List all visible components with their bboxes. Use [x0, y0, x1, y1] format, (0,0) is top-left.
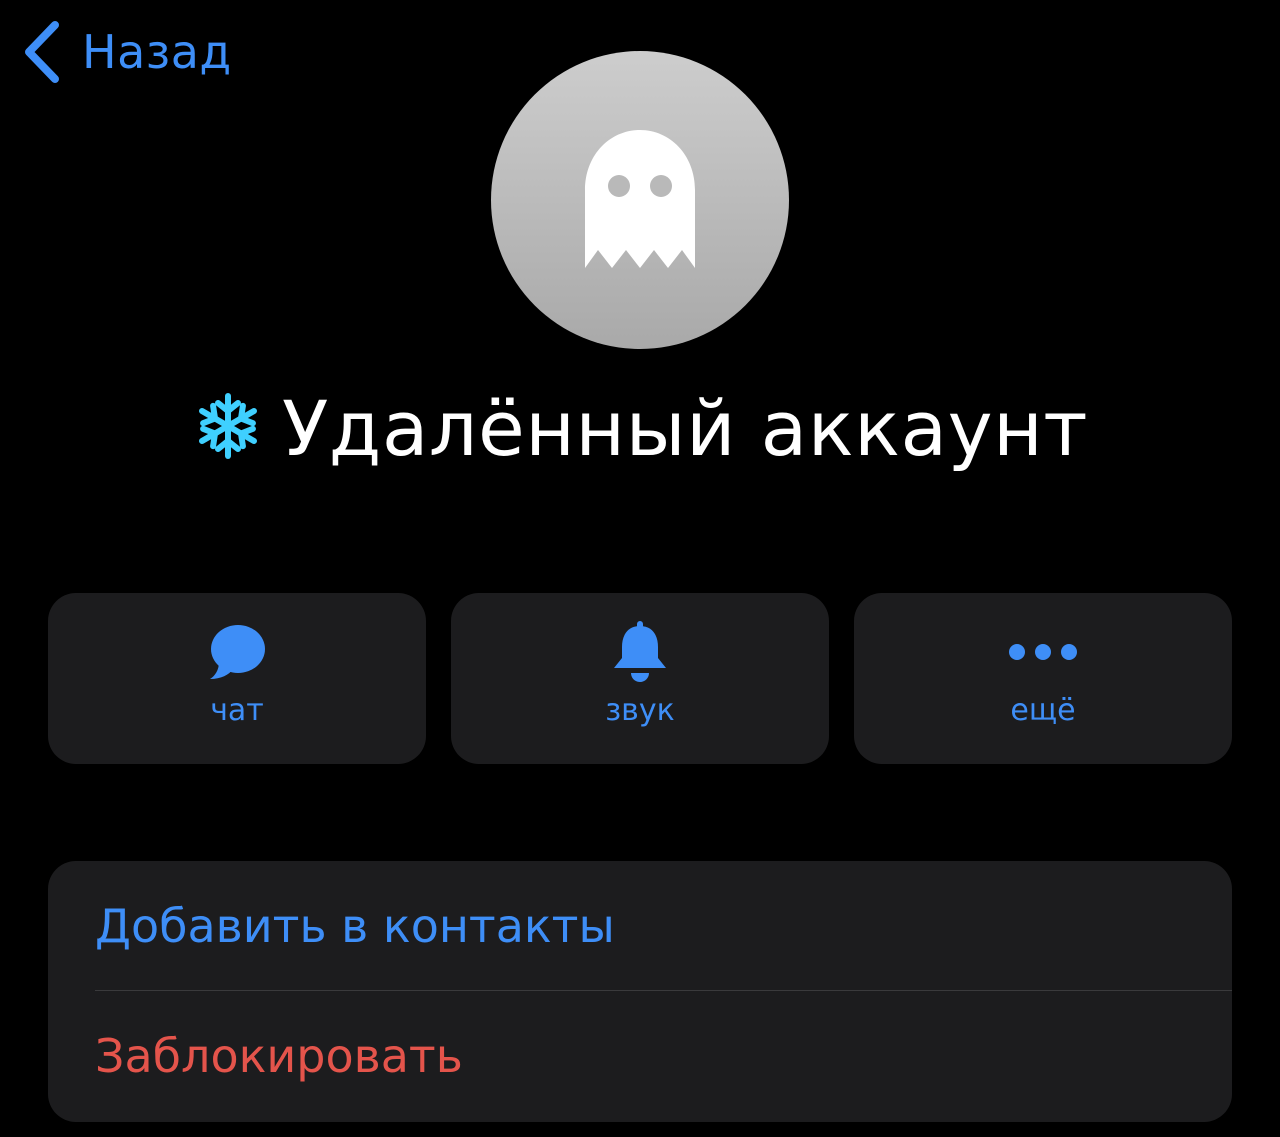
- display-name: Удалённый аккаунт: [281, 383, 1089, 473]
- back-label: Назад: [82, 25, 232, 79]
- chat-bubble-icon: [48, 621, 426, 683]
- profile-name-row: Удалённый аккаунт: [0, 378, 1280, 478]
- ghost-icon: [575, 125, 705, 275]
- chat-button[interactable]: чат: [48, 593, 426, 764]
- block-option[interactable]: Заблокировать: [48, 991, 1232, 1121]
- chat-button-label: чат: [210, 693, 264, 728]
- options-group: Добавить в контакты Заблокировать: [48, 861, 1232, 1122]
- ellipsis-icon: [854, 621, 1232, 683]
- avatar[interactable]: [491, 51, 789, 349]
- bell-icon: [451, 621, 829, 683]
- sound-button[interactable]: звук: [451, 593, 829, 764]
- snowflake-icon: [192, 390, 264, 466]
- sound-button-label: звук: [605, 693, 675, 728]
- more-button-label: ещё: [1010, 693, 1076, 728]
- add-to-contacts-option[interactable]: Добавить в контакты: [48, 861, 1232, 991]
- chevron-left-icon: [22, 20, 62, 84]
- action-buttons-row: чат звук ещё: [48, 593, 1232, 764]
- more-button[interactable]: ещё: [854, 593, 1232, 764]
- back-button[interactable]: Назад: [22, 20, 232, 84]
- add-to-contacts-label: Добавить в контакты: [95, 899, 615, 953]
- block-label: Заблокировать: [95, 1029, 463, 1083]
